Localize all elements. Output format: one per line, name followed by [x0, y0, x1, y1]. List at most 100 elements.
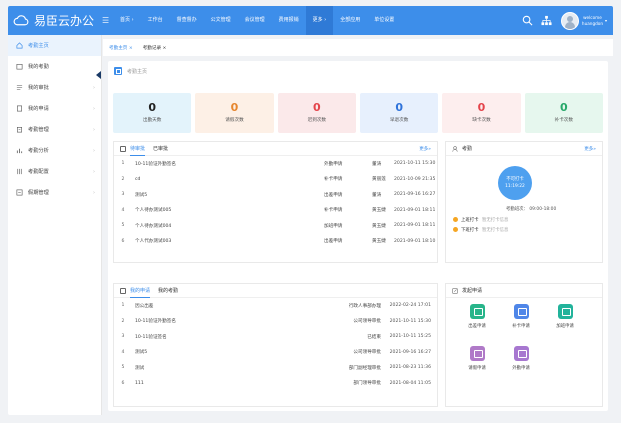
row-type: 出差申请: [324, 192, 343, 198]
table-row[interactable]: 2 cd 补卡申请 黄丽莲 2021-10-09 21:35: [114, 172, 437, 188]
stat-card[interactable]: 0 出勤天数: [113, 93, 192, 133]
table-row[interactable]: 1 10-11验证外勤签名 外勤申请 董涛 2021-10-11 15:30: [114, 156, 437, 172]
sidebar-item-label: 我的考勤: [28, 64, 49, 70]
row-status: 部门领导审批: [353, 381, 381, 387]
row-time: 2021-10-11 15:25: [389, 334, 431, 340]
app-label: 外勤申请: [512, 366, 530, 371]
my-requests-panel-header: 我的申请 我的考勤: [114, 284, 437, 298]
stat-card[interactable]: 0 缺卡次数: [442, 93, 521, 133]
row-number: 1: [121, 161, 125, 167]
row-title: 111: [135, 380, 144, 386]
table-row[interactable]: 4 测试5 公司领导审批 2021-09-16 16:27: [114, 345, 437, 361]
sidebar-item-leave-management[interactable]: 假期管理 ›: [8, 182, 101, 203]
row-number: 2: [121, 318, 125, 324]
sidebar-item-my-attendance[interactable]: 我的考勤: [8, 56, 101, 77]
row-time: 2021-10-11 15:30: [389, 318, 431, 324]
table-row[interactable]: 1 因公出差 行政人事部办理 2022-02-24 17:01: [114, 298, 437, 314]
sidebar-item-my-requests[interactable]: 我的申请 ›: [8, 98, 101, 119]
table-row[interactable]: 3 10-11验证签名 已结束 2021-10-11 15:25: [114, 329, 437, 345]
sidebar-item-attendance-home[interactable]: 考勤主页: [8, 35, 101, 56]
top-navigation-bar: 易臣云办公 ☰ 首页 › 工作台 督查督办 公文管理 会议管理 费用报销 更多 …: [8, 6, 613, 35]
row-time: 2021-08-04 11:05: [389, 380, 431, 386]
sidebar-item-label: 考勤分析: [28, 148, 49, 154]
row-title: 测试: [135, 365, 145, 371]
approval-panel-header: 待审批 已审批 更多»: [114, 142, 437, 156]
stat-card[interactable]: 0 补卡次数: [524, 93, 603, 133]
app-icon: [469, 304, 485, 319]
user-greeting[interactable]: welcome huangdon: [582, 15, 603, 27]
stat-value: 0: [312, 101, 321, 114]
user-icon: [452, 145, 458, 152]
calendar-icon: [16, 64, 23, 70]
sidebar-item-attendance-analysis[interactable]: 考勤分析 ›: [8, 140, 101, 161]
stat-label: 补卡次数: [554, 118, 573, 123]
table-row[interactable]: 5 测试 部门副经理审批 2021-08-23 11:36: [114, 360, 437, 376]
sidebar-item-attendance-config[interactable]: 考勤配置 ›: [8, 161, 101, 182]
table-row[interactable]: 4 个人待办测试005 补卡申请 黄玉婕 2021-09-01 18:11: [114, 203, 437, 219]
nav-meetings[interactable]: 会议管理: [238, 6, 272, 35]
nav-supervision[interactable]: 督查督办: [170, 6, 204, 35]
launch-app-tile[interactable]: 加班申请: [550, 304, 580, 329]
clock-in-button[interactable]: 不可打卡 11:19:22: [498, 166, 532, 200]
user-name: huangdon: [581, 20, 603, 26]
row-number: 5: [121, 365, 125, 371]
tab-approved[interactable]: 已审批: [153, 142, 168, 155]
table-row[interactable]: 5 个人待办测试004 加班申请 黄玉婕 2021-09-01 18:11: [114, 218, 437, 234]
search-icon[interactable]: [522, 15, 533, 26]
more-link[interactable]: 更多»: [584, 146, 596, 152]
launch-app-tile[interactable]: 外勤申请: [506, 346, 536, 371]
tab-attendance-records[interactable]: 考勤记录 ×: [143, 45, 167, 51]
attendance-panel-header: 考勤 更多»: [446, 142, 602, 156]
nav-workbench[interactable]: 工作台: [141, 6, 170, 35]
approval-list: 1 10-11验证外勤签名 外勤申请 董涛 2021-10-11 15:30 2 cd 补卡申…: [114, 156, 437, 249]
sidebar-item-label: 假期管理: [28, 190, 49, 196]
logo[interactable]: 易臣云办公: [13, 12, 94, 29]
app-label: 出差申请: [468, 324, 486, 329]
row-applicant: 董涛: [372, 192, 382, 198]
launch-app-tile[interactable]: 出差申请: [462, 304, 492, 329]
table-row[interactable]: 6 个人代办测试003 出差申请 黄玉婕 2021-09-01 18:10: [114, 234, 437, 250]
nav-more[interactable]: 更多 ›: [305, 6, 334, 35]
table-row[interactable]: 3 测试5 出差申请 董涛 2021-09-16 16:27: [114, 187, 437, 203]
launch-app-tile[interactable]: 补卡申请: [506, 304, 536, 329]
table-row[interactable]: 2 10-11验证外勤签名 公司领导审批 2021-10-11 15:30: [114, 314, 437, 330]
stat-card[interactable]: 0 迟到次数: [277, 93, 356, 133]
app-window: 易臣云办公 ☰ 首页 › 工作台 督查督办 公文管理 会议管理 费用报销 更多 …: [8, 6, 613, 415]
sidebar-collapse-handle[interactable]: [96, 71, 101, 79]
caret-down-icon[interactable]: ▾: [605, 18, 607, 23]
stat-card[interactable]: 0 早退次数: [359, 93, 439, 133]
sidebar-item-attendance-management[interactable]: 考勤管理 ›: [8, 119, 101, 140]
attendance-panel: 考勤 更多» 不可打卡 11:19:22 考勤班次： 09:00-18:00 上…: [445, 141, 603, 263]
app-icon: [557, 304, 573, 319]
nav-expenses[interactable]: 费用报销: [272, 6, 306, 35]
sidebar-item-my-approvals[interactable]: 我的审批 ›: [8, 77, 101, 98]
tab-my-requests[interactable]: 我的申请: [130, 284, 151, 298]
row-applicant: 董涛: [372, 161, 382, 167]
stat-value: 0: [477, 101, 486, 114]
request-list: 1 因公出差 行政人事部办理 2022-02-24 17:01 2 10-11验证外勤签名…: [114, 298, 437, 391]
launch-app-tile[interactable]: 请假申请: [462, 346, 492, 371]
row-applicant: 黄玉婕: [372, 208, 386, 214]
row-title: 10-11验证签名: [135, 334, 167, 340]
more-link[interactable]: 更多»: [419, 146, 431, 152]
clock-on-row: 上班打卡 暂无打卡信息: [453, 217, 508, 223]
stat-label: 请假次数: [225, 118, 244, 123]
breadcrumb: 考勤主页: [114, 67, 147, 75]
avatar[interactable]: [560, 11, 579, 30]
menu-toggle-icon[interactable]: ☰: [102, 16, 109, 25]
nav-documents[interactable]: 公文管理: [204, 6, 238, 35]
stats-row: 0 出勤天数 0 请假次数 0 迟到次数 0 早退次数 0 缺卡次数 0 补卡次数: [113, 93, 603, 133]
table-row[interactable]: 6 111 部门领导审批 2021-08-04 11:05: [114, 376, 437, 392]
attendance-title: 考勤: [462, 146, 473, 152]
tab-pending-approval[interactable]: 待审批: [130, 142, 146, 156]
org-structure-icon[interactable]: [541, 15, 552, 26]
stat-card[interactable]: 0 请假次数: [195, 93, 274, 133]
row-title: 10-11验证外勤签名: [135, 319, 176, 325]
chevron-right-icon: ›: [93, 85, 95, 91]
nav-home[interactable]: 首页 ›: [113, 6, 141, 35]
cloud-logo-icon: [13, 15, 29, 26]
nav-all-apps[interactable]: 全部应用: [333, 6, 367, 35]
tab-attendance-home[interactable]: 考勤主页 ×: [109, 45, 133, 51]
nav-unit-settings[interactable]: 单位设置: [367, 6, 401, 35]
tab-my-attendance[interactable]: 我的考勤: [158, 284, 178, 297]
